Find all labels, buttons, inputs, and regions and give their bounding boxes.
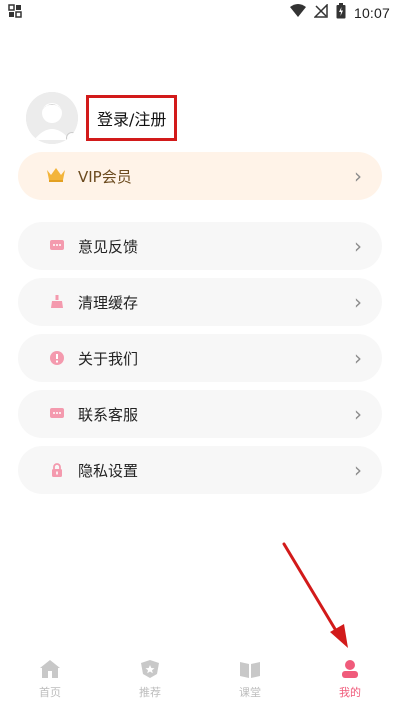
tab-recommend[interactable]: 推荐 (115, 660, 185, 700)
login-register-button[interactable]: 登录/注册 (86, 95, 178, 141)
notification-icon (8, 4, 22, 22)
chevron-right-icon: › (354, 458, 362, 482)
home-icon (40, 660, 60, 681)
menu-item-feedback[interactable]: 意见反馈 › (18, 222, 382, 270)
chevron-right-icon: › (354, 290, 362, 314)
lock-icon (50, 463, 64, 477)
chat-bubble-icon (50, 239, 64, 253)
tab-label: 推荐 (139, 686, 161, 699)
shield-icon (141, 660, 159, 681)
menu-item-clear-cache[interactable]: 清理缓存 › (18, 278, 382, 326)
chevron-right-icon: › (354, 164, 362, 188)
tab-label: 首页 (39, 686, 61, 699)
tab-label: 课堂 (239, 686, 261, 699)
message-icon (50, 407, 64, 421)
annotation-arrow-icon (282, 542, 348, 648)
menu-label: 隐私设置 (78, 461, 139, 480)
menu-label: 清理缓存 (78, 293, 139, 312)
profile-icon (341, 660, 359, 681)
info-icon (50, 351, 64, 365)
book-icon (240, 660, 260, 681)
crown-icon (46, 166, 66, 186)
tab-home[interactable]: 首页 (15, 660, 85, 700)
chevron-right-icon: › (354, 234, 362, 258)
tab-label: 我的 (339, 686, 361, 699)
signal-icon (313, 3, 328, 22)
menu-label: 意见反馈 (78, 237, 139, 256)
status-left (8, 4, 22, 22)
clock: 10:07 (353, 5, 390, 21)
tab-classroom[interactable]: 课堂 (215, 660, 285, 700)
chevron-right-icon: › (354, 402, 362, 426)
tab-mine[interactable]: 我的 (315, 660, 385, 700)
menu-item-privacy-settings[interactable]: 隐私设置 › (18, 446, 382, 494)
status-right: 10:07 (289, 3, 390, 23)
menu-label: 联系客服 (78, 405, 139, 424)
menu-item-contact-service[interactable]: 联系客服 › (18, 390, 382, 438)
profile-header: 登录/注册 (26, 92, 178, 144)
battery-icon (336, 3, 346, 23)
wifi-icon (289, 4, 306, 22)
vip-card[interactable]: VIP会员 › (18, 152, 382, 200)
status-bar: 10:07 (0, 0, 400, 26)
menu-label: 关于我们 (78, 349, 139, 368)
menu-item-about-us[interactable]: 关于我们 › (18, 334, 382, 382)
vip-label: VIP会员 (78, 167, 132, 186)
avatar[interactable] (26, 92, 78, 144)
avatar-edit-badge (66, 132, 78, 144)
chevron-right-icon: › (354, 346, 362, 370)
bottom-nav: 首页 推荐 课堂 我的 (0, 652, 400, 712)
broom-icon (50, 295, 64, 309)
